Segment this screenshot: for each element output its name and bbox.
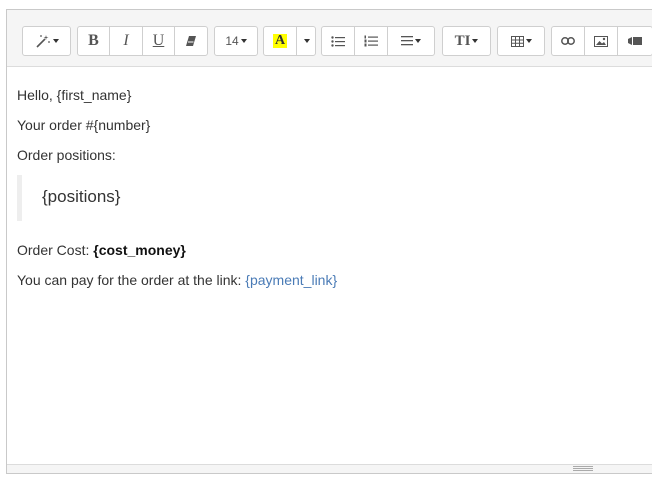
font-color-button[interactable]: A bbox=[263, 26, 297, 56]
resize-handle[interactable] bbox=[573, 466, 593, 471]
insert-group bbox=[551, 26, 652, 56]
bullet-list-icon bbox=[331, 35, 345, 47]
italic-button[interactable]: I bbox=[109, 26, 143, 56]
video-button[interactable] bbox=[617, 26, 652, 56]
font-style-group: B I U bbox=[77, 26, 208, 56]
eraser-icon bbox=[185, 35, 197, 47]
font-size-dropdown[interactable]: 14 bbox=[214, 26, 258, 56]
payment-label: You can pay for the order at the link: bbox=[17, 272, 246, 288]
positions-blockquote: {positions} bbox=[17, 175, 642, 221]
caret-down-icon bbox=[52, 39, 59, 43]
italic-icon: I bbox=[123, 32, 129, 49]
numbered-list-button[interactable] bbox=[354, 26, 388, 56]
order-cost-value: {cost_money} bbox=[93, 242, 186, 258]
underline-icon: U bbox=[152, 32, 165, 49]
caret-down-icon bbox=[472, 39, 479, 43]
payment-line: You can pay for the order at the link: {… bbox=[17, 272, 337, 288]
table-icon bbox=[510, 35, 524, 47]
color-dropdown-button[interactable] bbox=[296, 26, 316, 56]
font-color-label: A bbox=[274, 33, 286, 48]
link-icon bbox=[561, 37, 575, 45]
bold-icon: B bbox=[88, 32, 99, 49]
caret-down-icon bbox=[525, 39, 532, 43]
font-size-value: 14 bbox=[225, 34, 239, 48]
paragraph-group bbox=[321, 26, 435, 56]
align-icon bbox=[401, 36, 413, 46]
order-cost-line: Order Cost: {cost_money} bbox=[17, 242, 186, 258]
text-height-icon: TI bbox=[454, 32, 471, 49]
caret-down-icon bbox=[415, 39, 421, 43]
greeting-line: Hello, {first_name} bbox=[17, 87, 132, 103]
underline-button[interactable]: U bbox=[142, 26, 175, 56]
rich-text-editor: B I U 14 A TI Hello, {first_name} Your o… bbox=[6, 9, 652, 474]
payment-link[interactable]: {payment_link} bbox=[245, 272, 337, 288]
link-button[interactable] bbox=[551, 26, 585, 56]
positions-placeholder: {positions} bbox=[42, 187, 121, 206]
numbered-list-icon bbox=[364, 35, 378, 47]
order-positions-label: Order positions: bbox=[17, 147, 116, 163]
bullet-list-button[interactable] bbox=[321, 26, 355, 56]
image-icon bbox=[594, 35, 608, 47]
editor-statusbar bbox=[7, 464, 652, 473]
align-dropdown-button[interactable] bbox=[387, 26, 435, 56]
color-group: A bbox=[263, 26, 316, 56]
text-height-dropdown[interactable]: TI bbox=[442, 26, 491, 56]
caret-down-icon bbox=[240, 39, 247, 43]
text-height-group: TI bbox=[442, 26, 491, 56]
bold-button[interactable]: B bbox=[77, 26, 110, 56]
order-number-line: Your order #{number} bbox=[17, 117, 151, 133]
video-icon bbox=[628, 36, 642, 46]
magic-wand-icon bbox=[35, 34, 51, 48]
image-button[interactable] bbox=[584, 26, 618, 56]
caret-down-icon bbox=[304, 39, 310, 43]
editor-toolbar: B I U 14 A TI bbox=[7, 10, 652, 67]
table-group bbox=[497, 26, 545, 56]
font-color-icon: A bbox=[273, 33, 287, 48]
table-dropdown[interactable] bbox=[497, 26, 545, 56]
font-size-group: 14 bbox=[214, 26, 258, 56]
order-cost-label: Order Cost: bbox=[17, 242, 94, 258]
style-dropdown-button[interactable] bbox=[22, 26, 71, 56]
style-group bbox=[22, 26, 71, 56]
clear-format-button[interactable] bbox=[174, 26, 208, 56]
